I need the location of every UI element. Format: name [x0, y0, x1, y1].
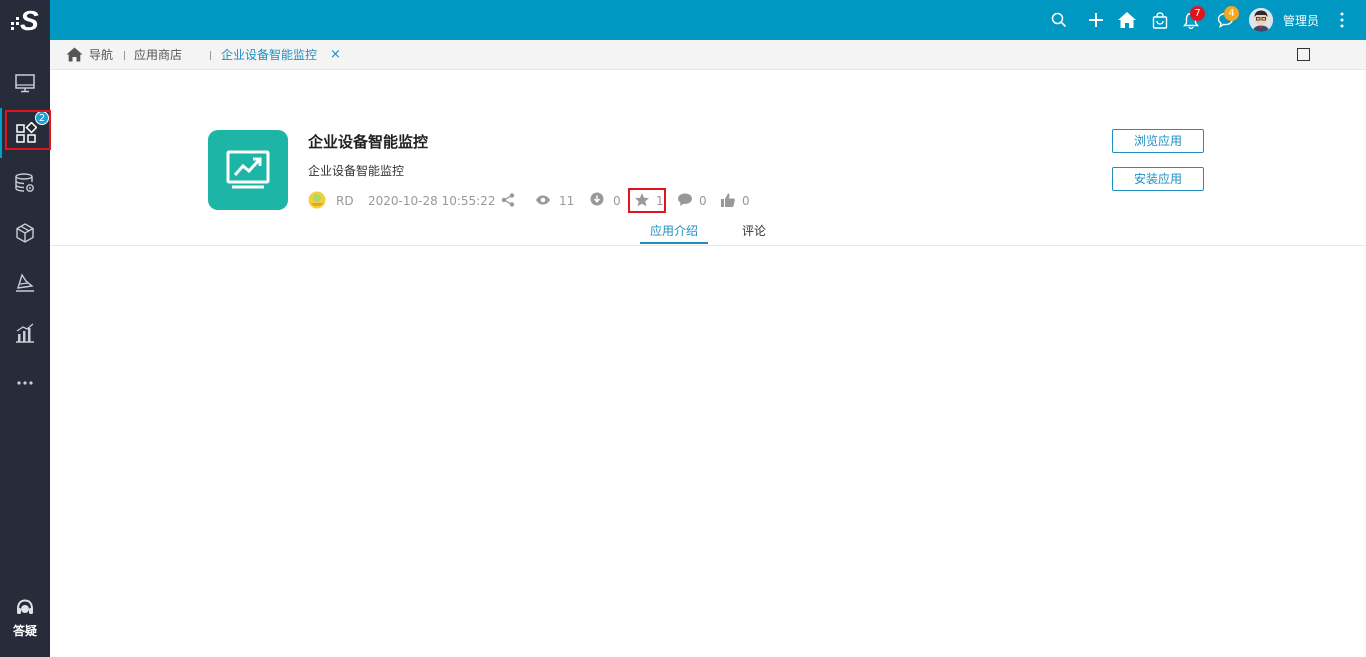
- install-app-button[interactable]: 安装应用: [1112, 167, 1204, 191]
- app-title: 企业设备智能监控: [308, 133, 429, 151]
- plus-icon: [1089, 13, 1103, 27]
- breadcrumb-separator: [124, 51, 125, 60]
- downloads-count: 0: [613, 194, 621, 208]
- more-icon: [17, 381, 33, 385]
- home-button[interactable]: [1116, 9, 1138, 31]
- likes-count: 0: [742, 194, 750, 208]
- database-gear-icon: [15, 173, 34, 192]
- home-icon: [66, 47, 83, 62]
- breadcrumb-home[interactable]: 导航: [89, 40, 113, 70]
- tab-comments[interactable]: 评论: [742, 222, 766, 244]
- help-label: 答疑: [12, 624, 37, 638]
- sidebar-item-layers[interactable]: [0, 258, 50, 308]
- tab-current-app[interactable]: 企业设备智能监控: [221, 40, 317, 70]
- breadcrumb-separator: [210, 51, 211, 60]
- sidebar-item-monitor[interactable]: [0, 58, 50, 108]
- search-icon: [1051, 12, 1067, 28]
- sidebar: S 2 答疑: [0, 0, 51, 657]
- browse-app-button[interactable]: 浏览应用: [1112, 129, 1204, 153]
- add-button[interactable]: [1085, 9, 1107, 31]
- trend-chart-icon: [226, 150, 270, 189]
- close-tab-button[interactable]: ×: [330, 40, 341, 70]
- svg-text:S: S: [20, 5, 39, 35]
- highlight-box-favorite: [628, 188, 666, 213]
- sidebar-item-cube[interactable]: [0, 208, 50, 258]
- app-description: 企业设备智能监控: [308, 164, 405, 178]
- notifications-badge: 7: [1190, 6, 1205, 21]
- messages-button[interactable]: 4: [1214, 6, 1239, 31]
- share-icon[interactable]: [500, 192, 516, 208]
- breadcrumb-store[interactable]: 应用商店: [134, 40, 182, 70]
- tabs-divider: [50, 245, 1366, 246]
- views-count: 11: [559, 194, 575, 208]
- avatar[interactable]: [1249, 8, 1273, 32]
- headset-icon: [17, 599, 33, 614]
- bar-chart-icon: [16, 323, 34, 343]
- store-button[interactable]: [1149, 9, 1171, 31]
- sidebar-item-chart[interactable]: [0, 308, 50, 358]
- logo-icon: S: [11, 5, 39, 35]
- download-icon: [590, 192, 604, 206]
- maximize-button[interactable]: [1297, 48, 1310, 61]
- shopping-bag-icon: [1152, 11, 1168, 29]
- app-author: RD: [336, 194, 354, 208]
- sidebar-item-database[interactable]: [0, 158, 50, 208]
- app-datetime: 2020-10-28 10:55:22: [368, 194, 496, 208]
- more-vertical-icon: [1340, 12, 1344, 28]
- username[interactable]: 管理员: [1283, 12, 1319, 29]
- monitor-icon: [15, 74, 35, 93]
- notifications-button[interactable]: 7: [1180, 6, 1205, 31]
- highlight-box-apps: [5, 110, 51, 150]
- top-header: 7 4 管理员: [50, 0, 1366, 40]
- comment-icon: [678, 193, 692, 206]
- sidebar-item-more[interactable]: [0, 358, 50, 408]
- logo[interactable]: S: [0, 0, 50, 40]
- header-more-button[interactable]: [1337, 10, 1347, 30]
- messages-badge: 4: [1224, 6, 1239, 21]
- author-avatar-icon: [308, 191, 326, 209]
- search-button[interactable]: [1048, 9, 1070, 31]
- app-icon: [208, 130, 288, 210]
- user-avatar-icon: [1249, 8, 1273, 32]
- eye-icon: [536, 195, 550, 205]
- thumbs-up-icon[interactable]: [720, 192, 736, 208]
- help-button[interactable]: 答疑: [0, 598, 50, 648]
- layers-icon: [16, 273, 34, 292]
- tab-app-intro[interactable]: 应用介绍: [640, 222, 709, 244]
- comments-count: 0: [699, 194, 707, 208]
- home-icon: [1118, 12, 1136, 28]
- cube-icon: [16, 223, 34, 243]
- breadcrumb: 导航 应用商店 企业设备智能监控 ×: [50, 40, 1366, 70]
